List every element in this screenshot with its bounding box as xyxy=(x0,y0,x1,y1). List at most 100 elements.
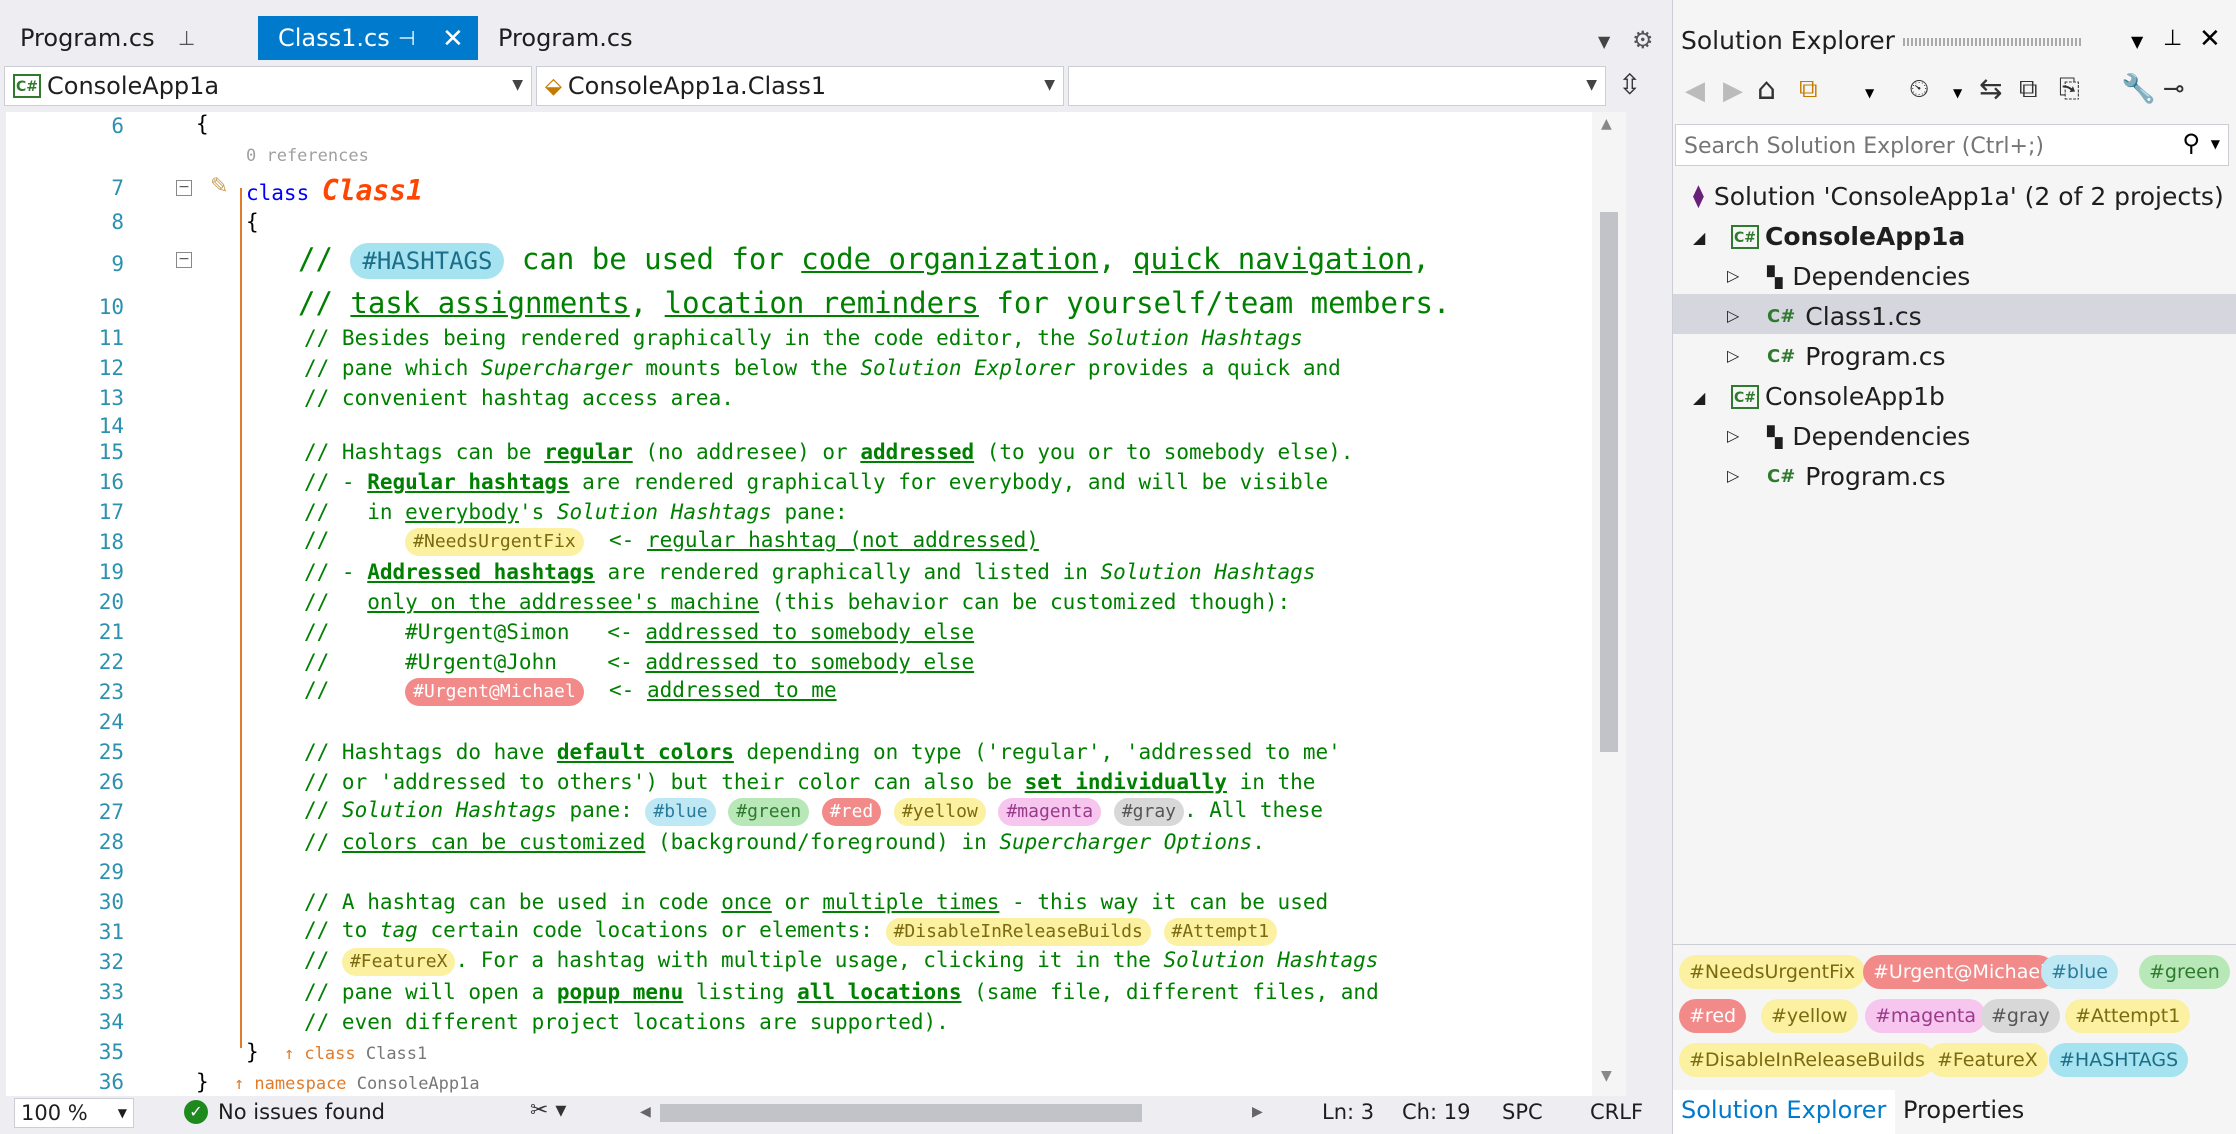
line-number: 24 xyxy=(98,710,124,734)
tree-project-consoleapp1a[interactable]: C# ConsoleApp1a xyxy=(1731,222,1965,251)
pin-icon[interactable]: ⊥ xyxy=(2163,26,2182,51)
chevron-down-icon[interactable]: ▼ xyxy=(2131,32,2143,51)
tree-dependencies-b[interactable]: ▚ Dependencies xyxy=(1767,422,1970,451)
sync-icon[interactable]: ⇆ xyxy=(1979,72,2002,105)
tab-properties[interactable]: Properties xyxy=(1903,1090,2024,1134)
code-line-16: // - Regular hashtags are rendered graph… xyxy=(304,470,1329,494)
pending-changes-icon[interactable]: ⏲ xyxy=(1909,74,1929,105)
hashtag-disableinreleasebuilds[interactable]: #DisableInReleaseBuilds xyxy=(885,918,1151,946)
tab-class1-active[interactable]: Class1.cs ⊣ ✕ xyxy=(258,16,478,60)
hashtag-chip[interactable]: #yellow xyxy=(1761,999,1858,1033)
whitespace-indicator[interactable]: SPC xyxy=(1502,1100,1543,1124)
hashtag-chip[interactable]: #gray xyxy=(1981,999,2060,1033)
hashtag-chip[interactable]: #Urgent@Michael xyxy=(1863,955,2056,989)
tree-dependencies-a[interactable]: ▚ Dependencies xyxy=(1767,262,1970,291)
show-all-files-icon[interactable]: ⎘ xyxy=(2059,74,2080,105)
hashtag-yellow[interactable]: #yellow xyxy=(893,798,986,826)
collapse-all-icon[interactable]: ⧉ xyxy=(2019,74,2038,105)
drag-handle[interactable] xyxy=(1903,38,2083,46)
selected-row-highlight xyxy=(1673,294,2236,334)
wrench-icon[interactable]: 🔧 xyxy=(2121,72,2156,105)
search-solution-explorer[interactable]: ⚲ ▼ xyxy=(1675,124,2229,166)
hashtag-red[interactable]: #red xyxy=(821,798,882,826)
tree-project-consoleapp1b[interactable]: C# ConsoleApp1b xyxy=(1731,382,1945,411)
split-window-icon[interactable]: ⇳ xyxy=(1618,68,1641,101)
scroll-thumb[interactable] xyxy=(1600,212,1618,752)
hashtag-featurex[interactable]: #FeatureX xyxy=(341,948,456,976)
line-indicator[interactable]: Ln: 3 xyxy=(1322,1100,1374,1124)
gear-icon[interactable]: ⚙ xyxy=(1632,26,1654,54)
tab-program-preview[interactable]: Program.cs xyxy=(478,16,698,60)
vertical-scrollbar[interactable]: ▲ ▼ xyxy=(1592,112,1626,1096)
tab-program-pinned[interactable]: Program.cs ⊥ xyxy=(0,16,258,60)
brush-icon[interactable]: ✂ ▾ xyxy=(530,1098,566,1123)
pin-icon[interactable]: ⊣ xyxy=(398,26,415,50)
open-brace: { xyxy=(196,112,209,136)
code-editor[interactable]: 6 7 8 9 10 11 12 13 14 15 16 17 18 19 20… xyxy=(6,112,1626,1096)
preview-icon[interactable]: ⊸ xyxy=(2163,74,2185,104)
hashtag-chip[interactable]: #FeatureX xyxy=(1927,1043,2048,1077)
collapsed-arrow-icon[interactable]: ▷ xyxy=(1727,266,1739,285)
tree-solution[interactable]: ⧫ Solution 'ConsoleApp1a' (2 of 2 projec… xyxy=(1693,182,2224,211)
collapse-toggle[interactable]: − xyxy=(176,180,192,196)
scroll-up-icon[interactable]: ▲ xyxy=(1601,116,1612,132)
back-icon[interactable]: ◀ xyxy=(1685,76,1705,106)
hashtag-chip[interactable]: #green xyxy=(2139,955,2230,989)
search-icon[interactable]: ⚲ xyxy=(2182,129,2200,157)
chevron-down-icon[interactable]: ▼ xyxy=(1953,86,1962,100)
hashtag-chip[interactable]: #DisableInReleaseBuilds xyxy=(1679,1043,1935,1077)
horizontal-scroll-thumb[interactable] xyxy=(660,1104,1142,1122)
chevron-down-icon[interactable]: ▼ xyxy=(1865,86,1874,100)
hashtag-needsurgentfix[interactable]: #NeedsUrgentFix xyxy=(405,528,584,556)
collapsed-arrow-icon[interactable]: ▷ xyxy=(1727,306,1739,325)
pin-icon[interactable]: ⊥ xyxy=(178,26,195,50)
codelens-references[interactable]: 0 references xyxy=(246,142,369,166)
member-combo[interactable]: ▼ xyxy=(1068,66,1606,106)
project-combo[interactable]: C# ConsoleApp1a ▼ xyxy=(4,66,532,106)
class-declaration: class Class1 xyxy=(246,174,424,207)
line-ending-indicator[interactable]: CRLF xyxy=(1590,1100,1643,1124)
hashtag-urgent-michael[interactable]: #Urgent@Michael xyxy=(405,678,584,706)
scroll-left-icon[interactable]: ◀ xyxy=(640,1104,651,1120)
tab-solution-explorer[interactable]: Solution Explorer xyxy=(1673,1090,1895,1134)
zoom-combo[interactable]: 100 % ▼ xyxy=(14,1098,134,1128)
hashtag-blue[interactable]: #blue xyxy=(645,798,716,826)
close-icon[interactable]: ✕ xyxy=(442,24,464,54)
column-indicator[interactable]: Ch: 19 xyxy=(1402,1100,1470,1124)
hashtag-chip[interactable]: #red xyxy=(1679,999,1747,1033)
hashtag-chip[interactable]: #Attempt1 xyxy=(2065,999,2191,1033)
switch-views-icon[interactable]: ⧉ xyxy=(1799,74,1818,105)
collapsed-arrow-icon[interactable]: ▷ xyxy=(1727,346,1739,365)
search-input[interactable] xyxy=(1682,131,2126,161)
code-line-20: // only on the addressee's machine (this… xyxy=(304,590,1291,614)
home-icon[interactable]: ⌂ xyxy=(1757,72,1776,107)
scroll-right-icon[interactable]: ▶ xyxy=(1252,1104,1263,1120)
tab-dropdown-icon[interactable]: ▼ xyxy=(1598,32,1610,51)
refactor-hint-icon[interactable]: ✎ xyxy=(210,174,228,199)
line-number: 15 xyxy=(98,440,124,464)
collapsed-arrow-icon[interactable]: ▷ xyxy=(1727,466,1739,485)
hashtag-chip[interactable]: #HASHTAGS xyxy=(2049,1043,2189,1077)
hashtag-chip[interactable]: #NeedsUrgentFix xyxy=(1679,955,1866,989)
hashtag-chip[interactable]: #magenta xyxy=(1865,999,1986,1033)
forward-icon[interactable]: ▶ xyxy=(1723,76,1743,106)
tree-program-cs-a[interactable]: C# Program.cs xyxy=(1767,342,1946,371)
hashtag-attempt1[interactable]: #Attempt1 xyxy=(1163,918,1278,946)
hashtag-chip[interactable]: #blue xyxy=(2041,955,2118,989)
scroll-down-icon[interactable]: ▼ xyxy=(1601,1068,1612,1084)
type-combo[interactable]: ⬙ ConsoleApp1a.Class1 ▼ xyxy=(536,66,1064,106)
collapse-toggle[interactable]: − xyxy=(176,252,192,268)
hashtag-gray[interactable]: #gray xyxy=(1113,798,1184,826)
close-icon[interactable]: ✕ xyxy=(2199,24,2221,54)
tree-class1-cs[interactable]: C# Class1.cs xyxy=(1767,302,1922,331)
expanded-arrow-icon[interactable]: ◢ xyxy=(1693,388,1705,407)
expanded-arrow-icon[interactable]: ◢ xyxy=(1693,228,1705,247)
hashtag-green[interactable]: #green xyxy=(728,798,810,826)
code-line-22: // #Urgent@John <- addressed to somebody… xyxy=(304,650,975,674)
chevron-down-icon[interactable]: ▼ xyxy=(2211,137,2220,151)
issues-status[interactable]: No issues found xyxy=(218,1100,385,1124)
tree-program-cs-b[interactable]: C# Program.cs xyxy=(1767,462,1946,491)
line-number: 10 xyxy=(98,295,124,319)
hashtag-magenta[interactable]: #magenta xyxy=(998,798,1102,826)
collapsed-arrow-icon[interactable]: ▷ xyxy=(1727,426,1739,445)
